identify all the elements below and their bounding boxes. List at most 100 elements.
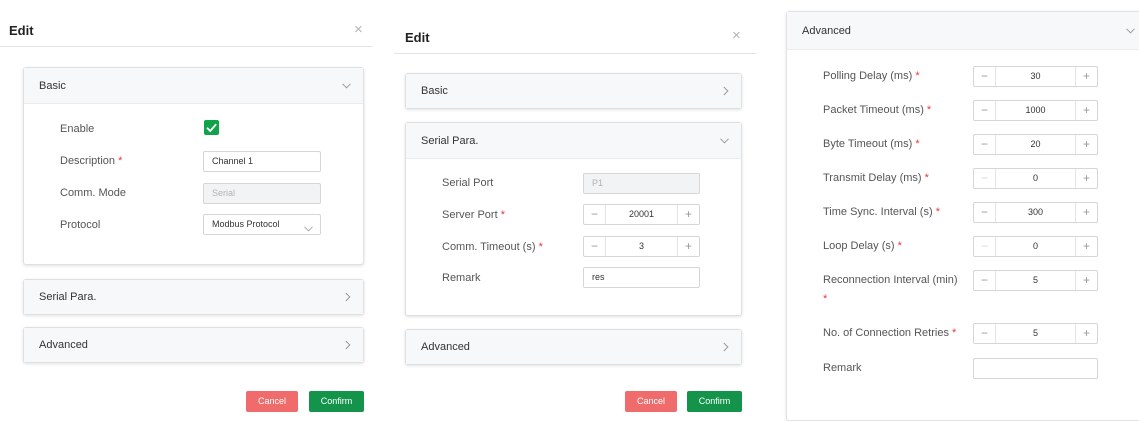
check-icon <box>206 123 217 133</box>
description-input[interactable]: Channel 1 <box>203 151 321 172</box>
plus-icon[interactable]: + <box>1075 237 1097 256</box>
chevron-down-icon <box>342 82 351 89</box>
plus-icon[interactable]: + <box>1075 271 1097 290</box>
stepper-value[interactable]: 20 <box>996 135 1075 154</box>
confirm-button[interactable]: Confirm <box>687 391 742 412</box>
enable-checkbox[interactable] <box>204 120 219 135</box>
polling-delay-stepper: − 30 + <box>973 66 1098 87</box>
minus-icon[interactable]: − <box>584 205 606 224</box>
remark-input[interactable] <box>973 358 1098 379</box>
protocol-value: Modbus Protocol <box>212 219 280 229</box>
section-title: Advanced <box>39 339 88 351</box>
protocol-label: Protocol <box>60 219 101 231</box>
reconnection-interval-stepper: − 5 + <box>973 270 1098 291</box>
advanced-section[interactable]: Advanced <box>23 327 364 363</box>
plus-icon[interactable]: + <box>1075 169 1097 188</box>
minus-icon[interactable]: − <box>974 324 996 343</box>
protocol-select[interactable]: Modbus Protocol <box>203 214 321 235</box>
serial-para-section[interactable]: Serial Para. <box>23 279 364 315</box>
plus-icon[interactable]: + <box>1075 67 1097 86</box>
section-title: Serial Para. <box>39 291 97 303</box>
minus-icon[interactable]: − <box>974 101 996 120</box>
stepper-value[interactable]: 0 <box>996 169 1075 188</box>
minus-icon[interactable]: − <box>974 203 996 222</box>
basic-section: Basic Enable Description * Channel 1 Com… <box>23 67 364 265</box>
polling-delay-label: Polling Delay (ms) * <box>823 70 920 82</box>
chevron-down-icon <box>304 220 313 239</box>
remark-label: Remark <box>823 362 862 374</box>
packet-timeout-stepper: − 1000 + <box>973 100 1098 121</box>
enable-label: Enable <box>60 123 95 135</box>
comm-mode-input: Serial <box>203 183 321 204</box>
basic-section[interactable]: Basic <box>405 73 742 109</box>
section-title: Advanced <box>421 341 470 353</box>
stepper-value[interactable]: 3 <box>606 237 677 256</box>
minus-icon[interactable]: − <box>584 237 606 256</box>
advanced-section-expanded: Advanced Polling Delay (ms) * − 30 + Pac… <box>786 11 1139 421</box>
stepper-value[interactable]: 1000 <box>996 101 1075 120</box>
serial-port-input: P1 <box>583 173 700 194</box>
plus-icon[interactable]: + <box>1075 203 1097 222</box>
minus-icon[interactable]: − <box>974 67 996 86</box>
dialog-title: Edit <box>9 23 34 38</box>
server-port-stepper: − 20001 + <box>583 204 700 225</box>
stepper-value[interactable]: 20001 <box>606 205 677 224</box>
chevron-right-icon <box>345 340 351 350</box>
close-icon[interactable]: × <box>732 28 741 43</box>
remark-label: Remark <box>442 272 481 284</box>
chevron-right-icon <box>723 342 729 352</box>
header-divider <box>0 46 372 47</box>
header-divider <box>394 53 756 54</box>
dialog-title: Edit <box>405 30 430 45</box>
transmit-delay-stepper: − 0 + <box>973 168 1098 189</box>
comm-timeout-label: Comm. Timeout (s) * <box>442 241 543 253</box>
section-title: Basic <box>421 85 448 97</box>
byte-timeout-label: Byte Timeout (ms) * <box>823 138 920 150</box>
connection-retries-label: No. of Connection Retries * <box>823 327 957 339</box>
transmit-delay-label: Transmit Delay (ms) * <box>823 172 929 184</box>
stepper-value[interactable]: 5 <box>996 271 1075 290</box>
comm-timeout-stepper: − 3 + <box>583 236 700 257</box>
chevron-down-icon <box>1126 27 1135 34</box>
required-mark: * <box>823 293 828 305</box>
confirm-button[interactable]: Confirm <box>309 391 364 412</box>
minus-icon[interactable]: − <box>974 271 996 290</box>
plus-icon[interactable]: + <box>677 237 699 256</box>
minus-icon[interactable]: − <box>974 237 996 256</box>
serial-para-section: Serial Para. Serial Port P1 Server Port … <box>405 122 742 316</box>
comm-mode-label: Comm. Mode <box>60 187 127 199</box>
section-title: Advanced <box>802 24 851 37</box>
reconnection-interval-label: Reconnection Interval (min) <box>823 274 958 286</box>
time-sync-interval-label: Time Sync. Interval (s) * <box>823 206 940 218</box>
plus-icon[interactable]: + <box>1075 135 1097 154</box>
plus-icon[interactable]: + <box>1075 101 1097 120</box>
advanced-section-header[interactable]: Advanced <box>787 12 1139 50</box>
section-title: Basic <box>39 79 66 92</box>
loop-delay-label: Loop Delay (s) * <box>823 240 902 252</box>
remark-input[interactable]: res <box>583 267 700 288</box>
plus-icon[interactable]: + <box>677 205 699 224</box>
minus-icon[interactable]: − <box>974 135 996 154</box>
plus-icon[interactable]: + <box>1075 324 1097 343</box>
close-icon[interactable]: × <box>354 22 363 37</box>
chevron-right-icon <box>723 86 729 96</box>
basic-section-header[interactable]: Basic <box>24 68 363 104</box>
loop-delay-stepper: − 0 + <box>973 236 1098 257</box>
serial-port-label: Serial Port <box>442 177 494 189</box>
byte-timeout-stepper: − 20 + <box>973 134 1098 155</box>
chevron-down-icon <box>720 137 729 144</box>
cancel-button[interactable]: Cancel <box>625 391 677 412</box>
section-title: Serial Para. <box>421 134 479 147</box>
stepper-value[interactable]: 5 <box>996 324 1075 343</box>
cancel-button[interactable]: Cancel <box>246 391 298 412</box>
server-port-label: Server Port * <box>442 209 505 221</box>
stepper-value[interactable]: 300 <box>996 203 1075 222</box>
advanced-section[interactable]: Advanced <box>405 329 742 365</box>
description-label: Description * <box>60 155 123 167</box>
stepper-value[interactable]: 0 <box>996 237 1075 256</box>
stepper-value[interactable]: 30 <box>996 67 1075 86</box>
time-sync-interval-stepper: − 300 + <box>973 202 1098 223</box>
serial-para-section-header[interactable]: Serial Para. <box>406 123 741 159</box>
connection-retries-stepper: − 5 + <box>973 323 1098 344</box>
minus-icon[interactable]: − <box>974 169 996 188</box>
